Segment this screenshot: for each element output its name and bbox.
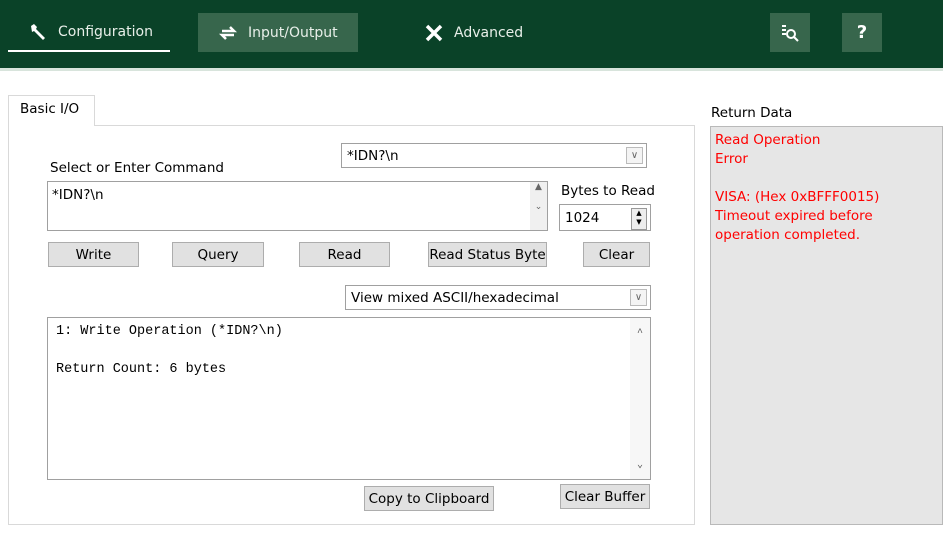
bytes-to-read-spinner[interactable]: 1024 ▲ ▼: [559, 204, 651, 231]
help-button[interactable]: ?: [842, 13, 882, 52]
top-nav-bar: Configuration Input/Output Advanced ?: [0, 0, 943, 71]
chevron-down-icon: ∨: [630, 289, 647, 306]
write-button[interactable]: Write: [48, 242, 139, 267]
return-data-line: [715, 169, 938, 188]
read-status-byte-button[interactable]: Read Status Byte: [428, 242, 547, 267]
command-scrollbar[interactable]: ▲ ⌄: [530, 182, 547, 230]
command-input[interactable]: *IDN?\n ▲ ⌄: [47, 181, 548, 231]
arrows-exchange-icon: [218, 25, 238, 40]
tab-basic-io-label: Basic I/O: [20, 101, 80, 117]
return-data-line: Read Operation: [715, 132, 821, 148]
query-button[interactable]: Query: [172, 242, 264, 267]
clear-buffer-button[interactable]: Clear Buffer: [560, 484, 650, 509]
return-data-box: Read Operation Error VISA: (Hex 0xBFFF00…: [710, 126, 943, 525]
read-button[interactable]: Read: [299, 242, 390, 267]
copy-to-clipboard-button[interactable]: Copy to Clipboard: [364, 486, 494, 511]
output-line: Return Count: 6 bytes: [56, 362, 227, 377]
nav-advanced[interactable]: Advanced: [404, 13, 544, 52]
bytes-to-read-value: 1024: [565, 209, 600, 226]
nav-configuration-label: Configuration: [58, 23, 153, 40]
tab-basic-io[interactable]: Basic I/O: [8, 95, 95, 126]
nav-input-output-label: Input/Output: [248, 24, 338, 41]
view-mode-dropdown[interactable]: View mixed ASCII/hexadecimal ∨: [345, 285, 651, 310]
search-list-icon: [782, 24, 799, 42]
spinner-arrows-icon[interactable]: ▲ ▼: [631, 208, 647, 230]
output-scrollbar[interactable]: ^ ⌄: [630, 318, 650, 479]
clear-button[interactable]: Clear: [583, 242, 650, 267]
search-log-button[interactable]: [770, 13, 810, 52]
tools-icon: [425, 24, 443, 41]
nav-input-output[interactable]: Input/Output: [198, 13, 358, 52]
nav-configuration[interactable]: Configuration: [8, 13, 170, 52]
output-line: 1: Write Operation (*IDN?\n): [56, 324, 283, 339]
help-icon: ?: [856, 22, 868, 43]
return-data-line: Error: [715, 151, 748, 167]
command-dropdown-value: *IDN?\n: [347, 147, 399, 164]
command-dropdown[interactable]: *IDN?\n ∨: [341, 143, 647, 168]
chevron-down-icon: ∨: [626, 147, 643, 164]
view-mode-value: View mixed ASCII/hexadecimal: [351, 289, 559, 306]
nav-advanced-label: Advanced: [454, 24, 524, 41]
command-label: Select or Enter Command: [50, 160, 224, 176]
return-data-label: Return Data: [711, 105, 793, 121]
output-log[interactable]: 1: Write Operation (*IDN?\n) Return Coun…: [47, 317, 651, 480]
wrench-icon: [31, 23, 45, 40]
command-text: *IDN?\n: [52, 187, 104, 203]
return-data-line: VISA: (Hex 0xBFFF0015) Timeout expired b…: [715, 189, 880, 243]
bytes-to-read-label: Bytes to Read: [561, 183, 655, 199]
